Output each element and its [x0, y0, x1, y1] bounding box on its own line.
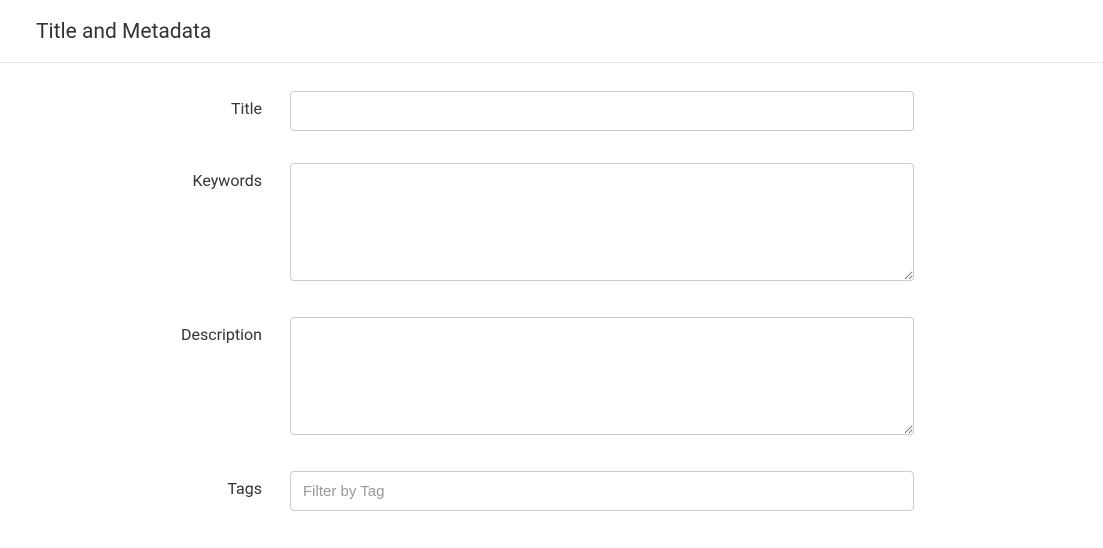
title-input[interactable] — [290, 91, 914, 131]
description-textarea[interactable] — [290, 317, 914, 435]
panel-header: Title and Metadata — [0, 0, 1103, 63]
description-field-wrap — [290, 317, 914, 439]
title-label: Title — [0, 91, 290, 118]
tags-label: Tags — [0, 471, 290, 498]
keywords-field-wrap — [290, 163, 914, 285]
description-row: Description — [0, 317, 1103, 439]
tags-row: Tags — [0, 471, 1103, 511]
title-row: Title — [0, 91, 1103, 131]
keywords-label: Keywords — [0, 163, 290, 190]
tags-input[interactable] — [290, 471, 914, 511]
panel-title: Title and Metadata — [36, 20, 1067, 44]
description-label: Description — [0, 317, 290, 344]
keywords-textarea[interactable] — [290, 163, 914, 281]
metadata-form: Title Keywords Description Tags — [0, 63, 1103, 511]
title-field-wrap — [290, 91, 914, 131]
keywords-row: Keywords — [0, 163, 1103, 285]
tags-field-wrap — [290, 471, 914, 511]
